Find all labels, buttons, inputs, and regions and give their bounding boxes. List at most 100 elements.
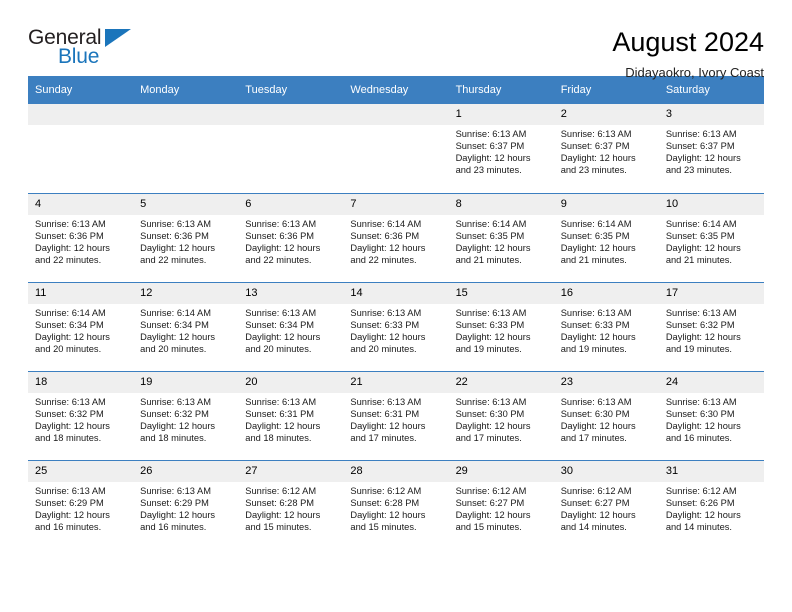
day-number bbox=[28, 104, 134, 125]
day-number: 3 bbox=[658, 104, 764, 125]
day-details: Sunrise: 6:13 AM Sunset: 6:31 PM Dayligh… bbox=[238, 393, 343, 444]
day-cell[interactable]: 19 Sunrise: 6:13 AM Sunset: 6:32 PM Dayl… bbox=[133, 370, 239, 460]
day-details: Sunrise: 6:13 AM Sunset: 6:32 PM Dayligh… bbox=[133, 393, 238, 444]
calendar-week-row: 4 Sunrise: 6:13 AM Sunset: 6:36 PM Dayli… bbox=[28, 192, 764, 282]
day-details: Sunrise: 6:13 AM Sunset: 6:33 PM Dayligh… bbox=[343, 304, 448, 355]
day-details: Sunrise: 6:14 AM Sunset: 6:35 PM Dayligh… bbox=[554, 215, 659, 266]
day-number: 19 bbox=[133, 372, 239, 393]
daylight-text: Daylight: 12 hours and 17 minutes. bbox=[560, 420, 636, 443]
logo-text-blue: Blue bbox=[58, 45, 100, 68]
day-cell[interactable]: 20 Sunrise: 6:13 AM Sunset: 6:31 PM Dayl… bbox=[238, 370, 344, 460]
day-cell[interactable]: 3 Sunrise: 6:13 AM Sunset: 6:37 PM Dayli… bbox=[658, 104, 764, 193]
sunset-text: Sunset: 6:34 PM bbox=[245, 319, 315, 330]
sunset-text: Sunset: 6:29 PM bbox=[140, 497, 209, 508]
day-cell[interactable]: 28 Sunrise: 6:12 AM Sunset: 6:28 PM Dayl… bbox=[343, 459, 449, 549]
day-cell[interactable]: 22 Sunrise: 6:13 AM Sunset: 6:30 PM Dayl… bbox=[448, 370, 554, 460]
day-cell[interactable]: 25 Sunrise: 6:13 AM Sunset: 6:29 PM Dayl… bbox=[28, 459, 134, 549]
general-blue-logo: General Blue bbox=[28, 26, 148, 72]
day-number: 7 bbox=[343, 194, 449, 215]
sunset-text: Sunset: 6:30 PM bbox=[560, 408, 630, 419]
day-details: Sunrise: 6:13 AM Sunset: 6:37 PM Dayligh… bbox=[449, 125, 554, 176]
sunrise-text: Sunrise: 6:13 AM bbox=[140, 396, 211, 407]
sunset-text: Sunset: 6:30 PM bbox=[455, 408, 525, 419]
sunset-text: Sunset: 6:37 PM bbox=[560, 141, 630, 152]
day-cell[interactable] bbox=[133, 104, 239, 193]
day-cell[interactable]: 8 Sunrise: 6:14 AM Sunset: 6:35 PM Dayli… bbox=[448, 192, 554, 282]
day-details: Sunrise: 6:13 AM Sunset: 6:32 PM Dayligh… bbox=[659, 304, 764, 355]
sunrise-text: Sunrise: 6:13 AM bbox=[455, 129, 527, 139]
day-cell[interactable] bbox=[343, 104, 449, 193]
day-cell[interactable]: 12 Sunrise: 6:14 AM Sunset: 6:34 PM Dayl… bbox=[133, 281, 239, 371]
day-cell[interactable]: 29 Sunrise: 6:12 AM Sunset: 6:27 PM Dayl… bbox=[448, 459, 554, 549]
day-cell[interactable]: 16 Sunrise: 6:13 AM Sunset: 6:33 PM Dayl… bbox=[553, 281, 659, 371]
day-cell[interactable]: 30 Sunrise: 6:12 AM Sunset: 6:27 PM Dayl… bbox=[553, 459, 659, 549]
sunrise-text: Sunrise: 6:13 AM bbox=[560, 129, 632, 139]
day-number: 9 bbox=[553, 194, 659, 215]
day-cell[interactable]: 6 Sunrise: 6:13 AM Sunset: 6:36 PM Dayli… bbox=[238, 192, 344, 282]
day-cell[interactable]: 24 Sunrise: 6:13 AM Sunset: 6:30 PM Dayl… bbox=[658, 370, 764, 460]
day-number: 16 bbox=[553, 283, 659, 304]
daylight-text: Daylight: 12 hours and 20 minutes. bbox=[350, 331, 426, 354]
weekday-header-wednesday: Wednesday bbox=[343, 76, 449, 104]
day-number: 23 bbox=[553, 372, 659, 393]
day-details: Sunrise: 6:12 AM Sunset: 6:27 PM Dayligh… bbox=[554, 482, 659, 533]
daylight-text: Daylight: 12 hours and 23 minutes. bbox=[560, 153, 636, 176]
sunrise-text: Sunrise: 6:13 AM bbox=[35, 396, 106, 407]
day-cell[interactable]: 11 Sunrise: 6:14 AM Sunset: 6:34 PM Dayl… bbox=[28, 281, 134, 371]
day-cell[interactable]: 31 Sunrise: 6:12 AM Sunset: 6:26 PM Dayl… bbox=[658, 459, 764, 549]
day-details: Sunrise: 6:13 AM Sunset: 6:30 PM Dayligh… bbox=[659, 393, 764, 444]
day-cell[interactable]: 18 Sunrise: 6:13 AM Sunset: 6:32 PM Dayl… bbox=[28, 370, 134, 460]
day-cell[interactable]: 5 Sunrise: 6:13 AM Sunset: 6:36 PM Dayli… bbox=[133, 192, 239, 282]
day-cell[interactable]: 1 Sunrise: 6:13 AM Sunset: 6:37 PM Dayli… bbox=[448, 104, 554, 193]
daylight-text: Daylight: 12 hours and 20 minutes. bbox=[140, 331, 216, 354]
day-cell[interactable]: 14 Sunrise: 6:13 AM Sunset: 6:33 PM Dayl… bbox=[343, 281, 449, 371]
sunset-text: Sunset: 6:35 PM bbox=[455, 230, 525, 241]
daylight-text: Daylight: 12 hours and 21 minutes. bbox=[560, 242, 636, 265]
day-details: Sunrise: 6:13 AM Sunset: 6:33 PM Dayligh… bbox=[449, 304, 554, 355]
day-cell[interactable]: 15 Sunrise: 6:13 AM Sunset: 6:33 PM Dayl… bbox=[448, 281, 554, 371]
day-cell[interactable]: 17 Sunrise: 6:13 AM Sunset: 6:32 PM Dayl… bbox=[658, 281, 764, 371]
day-details: Sunrise: 6:14 AM Sunset: 6:34 PM Dayligh… bbox=[133, 304, 238, 355]
daylight-text: Daylight: 12 hours and 18 minutes. bbox=[35, 420, 110, 443]
daylight-text: Daylight: 12 hours and 23 minutes. bbox=[455, 153, 531, 176]
day-number bbox=[343, 104, 449, 125]
sunset-text: Sunset: 6:34 PM bbox=[35, 319, 104, 330]
day-details: Sunrise: 6:12 AM Sunset: 6:28 PM Dayligh… bbox=[238, 482, 343, 533]
day-number: 14 bbox=[343, 283, 449, 304]
day-details: Sunrise: 6:14 AM Sunset: 6:35 PM Dayligh… bbox=[449, 215, 554, 266]
day-details: Sunrise: 6:13 AM Sunset: 6:29 PM Dayligh… bbox=[28, 482, 133, 533]
sunset-text: Sunset: 6:33 PM bbox=[455, 319, 525, 330]
day-number: 27 bbox=[238, 461, 344, 482]
sunrise-text: Sunrise: 6:14 AM bbox=[140, 307, 211, 318]
day-cell[interactable]: 10 Sunrise: 6:14 AM Sunset: 6:35 PM Dayl… bbox=[658, 192, 764, 282]
day-number: 6 bbox=[238, 194, 344, 215]
day-cell[interactable]: 26 Sunrise: 6:13 AM Sunset: 6:29 PM Dayl… bbox=[133, 459, 239, 549]
day-details: Sunrise: 6:13 AM Sunset: 6:37 PM Dayligh… bbox=[659, 125, 764, 176]
day-cell[interactable]: 9 Sunrise: 6:14 AM Sunset: 6:35 PM Dayli… bbox=[553, 192, 659, 282]
day-details: Sunrise: 6:13 AM Sunset: 6:30 PM Dayligh… bbox=[554, 393, 659, 444]
day-cell[interactable]: 27 Sunrise: 6:12 AM Sunset: 6:28 PM Dayl… bbox=[238, 459, 344, 549]
daylight-text: Daylight: 12 hours and 14 minutes. bbox=[560, 509, 636, 532]
sunrise-text: Sunrise: 6:13 AM bbox=[455, 396, 527, 407]
day-cell[interactable] bbox=[238, 104, 344, 193]
day-number: 26 bbox=[133, 461, 239, 482]
sunrise-text: Sunrise: 6:12 AM bbox=[350, 485, 422, 496]
calendar-week-row: 25 Sunrise: 6:13 AM Sunset: 6:29 PM Dayl… bbox=[28, 459, 764, 549]
sunrise-text: Sunrise: 6:13 AM bbox=[140, 485, 211, 496]
day-cell[interactable]: 2 Sunrise: 6:13 AM Sunset: 6:37 PM Dayli… bbox=[553, 104, 659, 193]
day-cell[interactable]: 7 Sunrise: 6:14 AM Sunset: 6:36 PM Dayli… bbox=[343, 192, 449, 282]
day-cell[interactable]: 13 Sunrise: 6:13 AM Sunset: 6:34 PM Dayl… bbox=[238, 281, 344, 371]
day-details bbox=[28, 125, 133, 128]
day-cell[interactable] bbox=[28, 104, 134, 193]
sunrise-text: Sunrise: 6:13 AM bbox=[665, 307, 737, 318]
day-cell[interactable]: 23 Sunrise: 6:13 AM Sunset: 6:30 PM Dayl… bbox=[553, 370, 659, 460]
sunrise-text: Sunrise: 6:14 AM bbox=[665, 218, 737, 229]
daylight-text: Daylight: 12 hours and 15 minutes. bbox=[245, 509, 321, 532]
daylight-text: Daylight: 12 hours and 21 minutes. bbox=[665, 242, 741, 265]
day-cell[interactable]: 4 Sunrise: 6:13 AM Sunset: 6:36 PM Dayli… bbox=[28, 192, 134, 282]
sunrise-text: Sunrise: 6:12 AM bbox=[245, 485, 317, 496]
calendar-week-row: 11 Sunrise: 6:14 AM Sunset: 6:34 PM Dayl… bbox=[28, 281, 764, 371]
calendar-week-row: 1 Sunrise: 6:13 AM Sunset: 6:37 PM Dayli… bbox=[28, 104, 764, 193]
calendar-table: Sunday Monday Tuesday Wednesday Thursday… bbox=[28, 76, 764, 549]
day-cell[interactable]: 21 Sunrise: 6:13 AM Sunset: 6:31 PM Dayl… bbox=[343, 370, 449, 460]
